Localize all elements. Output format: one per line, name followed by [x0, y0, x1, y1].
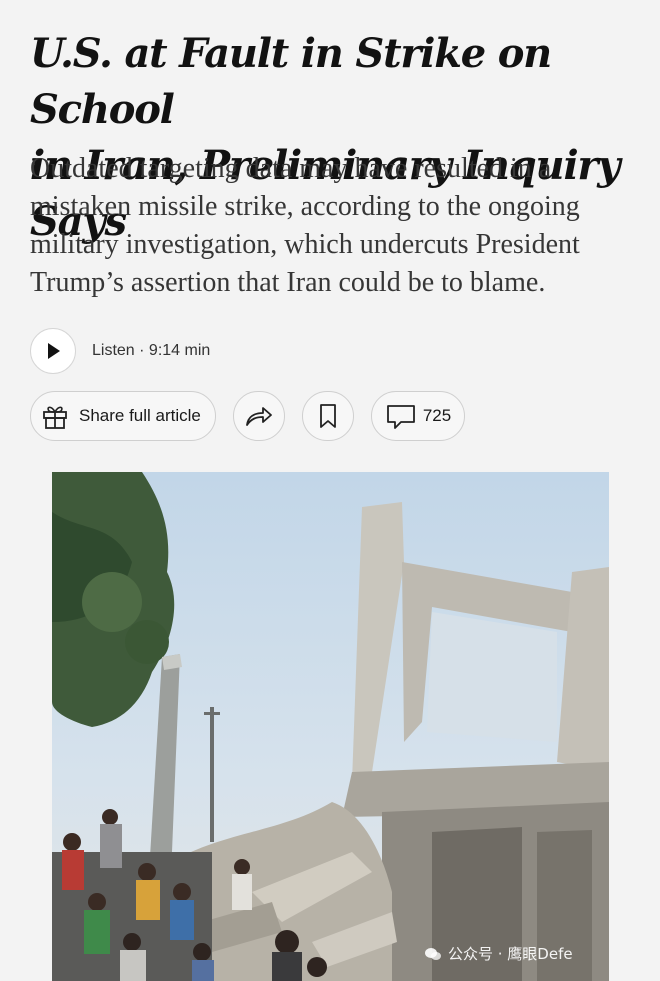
headline-line-1: U.S. at Fault in Strike on School	[30, 30, 552, 133]
comment-count: 725	[422, 406, 452, 425]
comment-icon	[386, 405, 415, 429]
play-icon	[48, 343, 60, 359]
share-arrow-icon	[246, 407, 272, 426]
destroyed-building-image	[52, 472, 609, 981]
watermark-text: 公众号 · 鹰眼Defe	[448, 945, 573, 963]
wechat-logo-icon	[425, 947, 441, 960]
share-full-article-button[interactable]: Share full article	[30, 391, 216, 441]
article-summary: Outdated targeting data may have resulte…	[30, 153, 580, 298]
gift-icon	[43, 406, 67, 429]
article-toolbar: Share full article 725	[30, 391, 465, 441]
play-button[interactable]	[30, 328, 76, 374]
wechat-watermark: 公众号 · 鹰眼Defe	[424, 943, 573, 964]
bookmark-icon	[320, 404, 336, 428]
save-article-button[interactable]	[302, 391, 354, 441]
audio-player: Listen · 9:14 min	[30, 328, 210, 374]
listen-duration: Listen · 9:14 min	[92, 342, 211, 359]
article-photo	[52, 472, 609, 981]
share-button-label: Share full article	[79, 406, 201, 425]
comments-button[interactable]: 725	[371, 391, 465, 441]
share-link-button[interactable]	[233, 391, 285, 441]
